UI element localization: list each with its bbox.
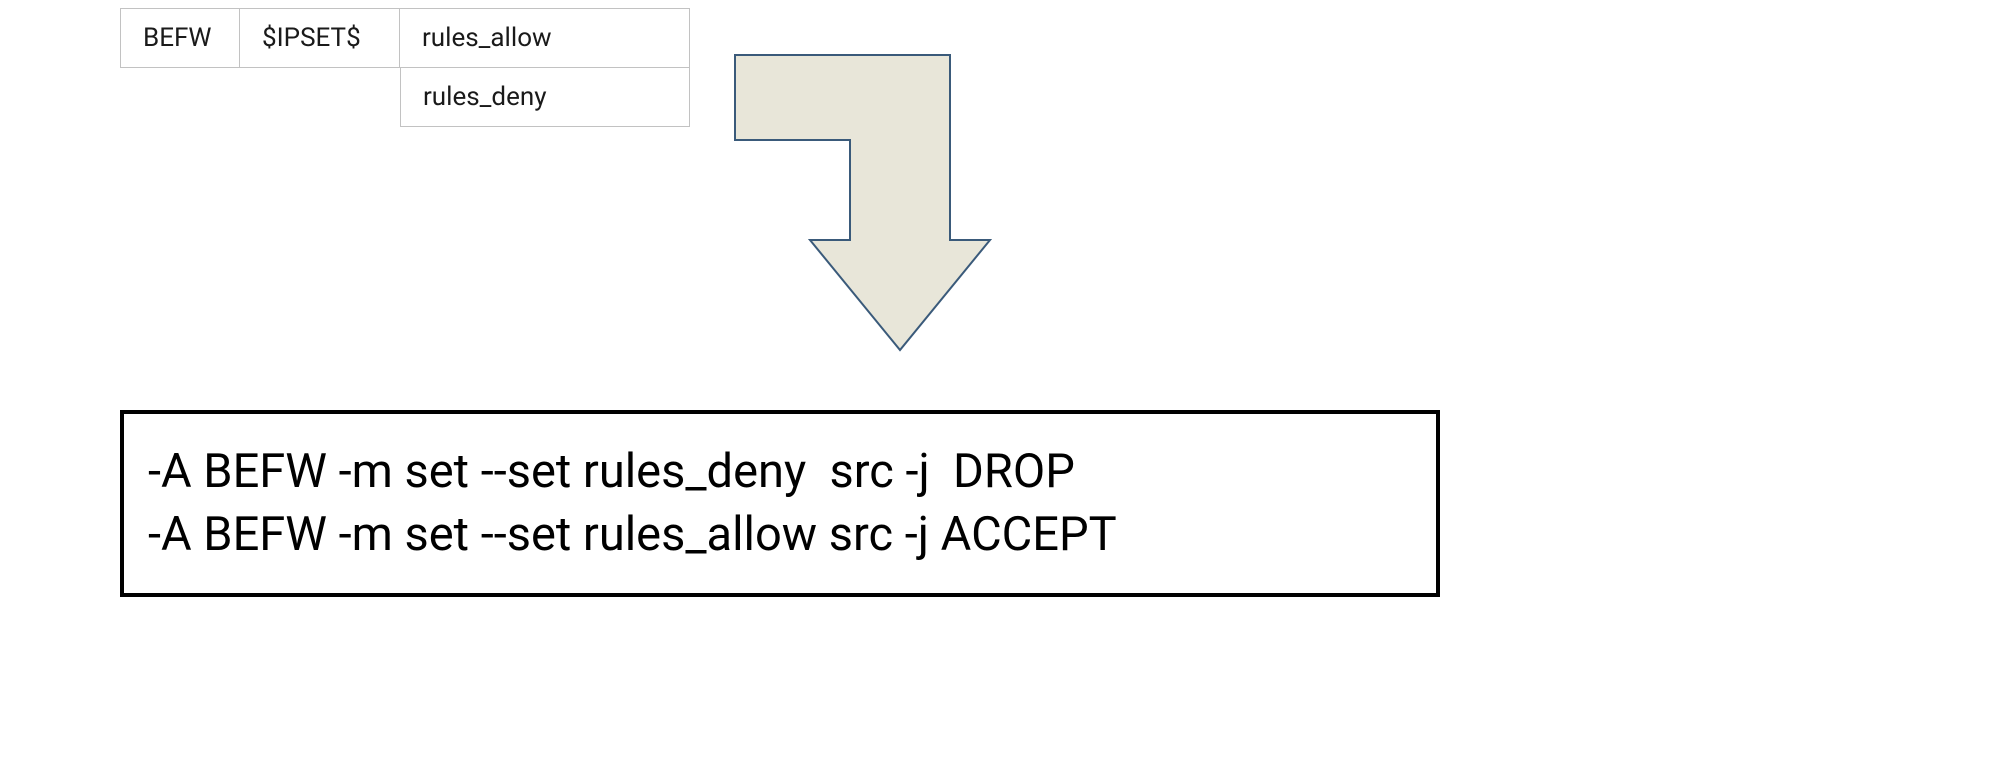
table-row: BEFW $IPSET$ rules_allow	[120, 8, 690, 68]
config-table: BEFW $IPSET$ rules_allow rules_deny	[120, 8, 690, 127]
cell-befw: BEFW	[120, 8, 240, 68]
bent-down-arrow-icon	[730, 50, 1010, 370]
output-line-2: -A BEFW -m set --set rules_allow src -j …	[148, 503, 1412, 566]
output-box: -A BEFW -m set --set rules_deny src -j D…	[120, 410, 1440, 597]
output-line-1: -A BEFW -m set --set rules_deny src -j D…	[148, 440, 1412, 503]
table-row: rules_deny	[120, 68, 690, 127]
cell-ipset: $IPSET$	[240, 8, 400, 68]
cell-rules-deny: rules_deny	[400, 68, 690, 127]
cell-rules-allow: rules_allow	[400, 8, 690, 68]
arrow-shape	[735, 55, 990, 350]
